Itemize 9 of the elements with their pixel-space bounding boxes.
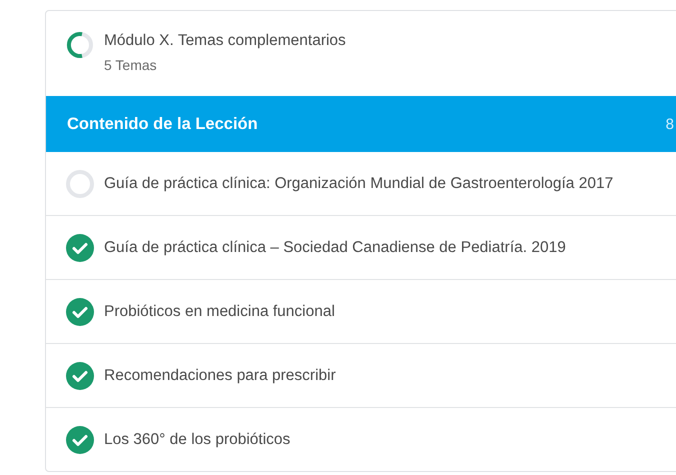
topic-link[interactable]: Guía de práctica clínica: Organización Mundial de Gastroenterología 2017 — [104, 174, 614, 192]
module-title[interactable]: Módulo X. Temas complementarios — [104, 31, 346, 51]
header-count: 8 — [666, 116, 674, 132]
topic-link[interactable]: Recomendaciones para prescribir — [104, 366, 336, 384]
topic-link[interactable]: Los 360° de los probióticos — [104, 430, 290, 448]
topic-count: 5 Temas — [104, 57, 158, 73]
header-title: Contenido de la Lección — [67, 114, 258, 134]
topic-link[interactable]: Guía de práctica clínica – Sociedad Canadiense de Pediatría. 2019 — [104, 238, 566, 256]
topic-link[interactable]: Probióticos en medicina funcional — [104, 302, 335, 320]
